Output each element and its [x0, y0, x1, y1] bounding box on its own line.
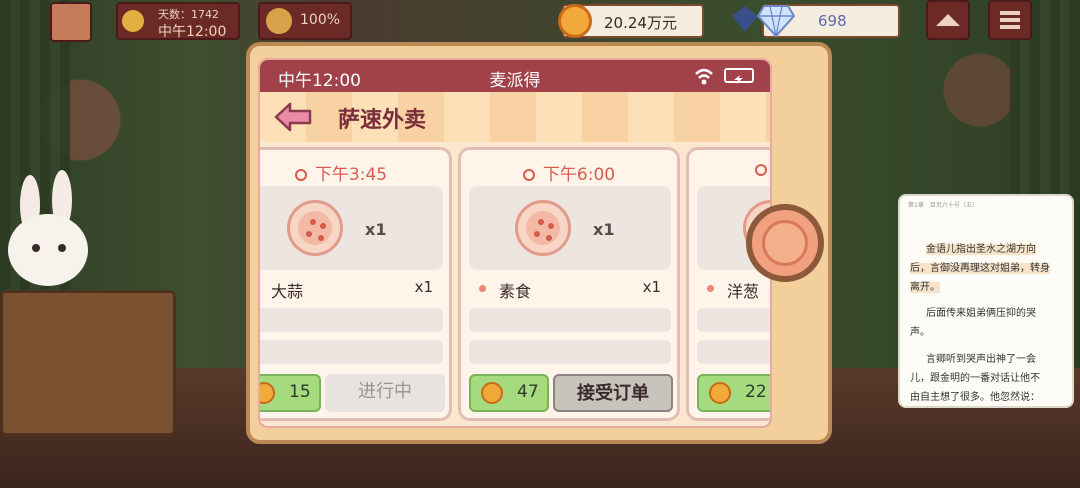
- back-arrow-icon[interactable]: [274, 102, 312, 132]
- coin-icon: [481, 382, 503, 404]
- phone-screen: 中午12:00 麦派得 萨速外卖 下午3:45 x1 大蒜 x1 15 进行中 …: [258, 58, 772, 428]
- order-item-qty: x1: [414, 278, 433, 296]
- money-panel[interactable]: 20.24万元: [558, 4, 704, 38]
- order-item-name: 洋葱: [727, 282, 760, 301]
- order-image-box: x1: [469, 186, 671, 270]
- wifi-icon: [695, 68, 713, 85]
- shop-counter: [0, 290, 176, 436]
- day-count: 天数：1742: [158, 8, 219, 21]
- pizza-dish-icon: [287, 200, 343, 256]
- day-panel: 天数：1742 中午12:00: [116, 2, 240, 40]
- accept-order-button[interactable]: 接受订单: [553, 374, 673, 412]
- order-card[interactable]: 洋葱 22: [686, 147, 770, 421]
- coin-icon: [558, 4, 592, 38]
- clock-icon: [522, 169, 535, 181]
- order-quantity: x1: [365, 220, 387, 239]
- novel-line: 儿，跟金明的一番对话让他不: [910, 373, 1040, 384]
- order-item-name: 素食: [499, 282, 532, 301]
- order-due-time: 下午3:45: [260, 160, 449, 185]
- item-bullet: [479, 285, 486, 292]
- player-avatar[interactable]: [50, 2, 92, 42]
- screen-title: 萨速外卖: [338, 108, 427, 133]
- novel-line: 后面传来姐弟俩压抑的哭: [926, 308, 1036, 319]
- mood-panel: 100%: [258, 2, 352, 40]
- coin-icon: [709, 382, 731, 404]
- coin-icon: [260, 382, 275, 404]
- collapse-button[interactable]: [926, 0, 970, 40]
- novel-line: 声。: [910, 327, 930, 338]
- order-item-row: 洋葱: [697, 276, 770, 302]
- in-progress-button[interactable]: 进行中: [325, 374, 445, 412]
- empty-item-row: [697, 308, 770, 332]
- order-card[interactable]: 下午3:45 x1 大蒜 x1 15 进行中: [260, 147, 452, 421]
- novel-line: 言卿听到哭声出神了一会: [926, 354, 1036, 365]
- novel-line: 后，言御没再理这对姐弟，转身: [910, 263, 1050, 274]
- screen-header: 萨速外卖: [260, 92, 770, 142]
- order-item-qty: x1: [642, 278, 661, 296]
- item-bullet: [707, 285, 714, 292]
- empty-item-row: [260, 308, 443, 332]
- gem-panel[interactable]: 698: [756, 4, 900, 38]
- order-image-box: x1: [260, 186, 443, 270]
- empty-item-row: [697, 340, 770, 364]
- order-item-row: 大蒜 x1: [260, 276, 443, 302]
- novel-line: 金语儿指出圣水之湖方向: [926, 244, 1036, 255]
- novel-line: 由自主想了很多。他忽然说：: [910, 392, 1040, 403]
- order-item-name: 大蒜: [271, 282, 304, 301]
- phone-home-button[interactable]: [746, 204, 824, 282]
- novel-chapter-header: 第1章 目页六十号（五）: [908, 202, 978, 209]
- menu-button[interactable]: [988, 0, 1032, 40]
- order-due-time: [755, 160, 770, 180]
- order-cards-strip[interactable]: 下午3:45 x1 大蒜 x1 15 进行中 下午6:00 x1 素食 x1 4…: [260, 144, 770, 426]
- phone-status-bar: 中午12:00 麦派得: [260, 60, 770, 92]
- game-clock: 中午12:00: [158, 24, 227, 40]
- empty-item-row: [469, 340, 671, 364]
- mood-percent: 100%: [300, 12, 341, 28]
- smile-icon: [266, 8, 292, 34]
- empty-item-row: [260, 340, 443, 364]
- order-item-row: 素食 x1: [469, 276, 671, 302]
- order-reward: 15: [260, 374, 321, 412]
- clock-icon: [755, 164, 767, 176]
- menu-icon: [1000, 11, 1020, 29]
- money-value: 20.24万元: [604, 14, 677, 32]
- empty-item-row: [469, 308, 671, 332]
- pizza-dish-icon: [515, 200, 571, 256]
- diamond-icon: [756, 5, 796, 38]
- gem-value: 698: [818, 12, 847, 30]
- battery-icon: [724, 68, 754, 84]
- home-button-inner: [762, 220, 808, 266]
- bunny-character: [8, 170, 88, 286]
- chevron-up-icon: [936, 14, 960, 26]
- novel-line: 离开。: [910, 282, 940, 293]
- top-hud: 天数：1742 中午12:00 100% 20.24万元 698: [0, 0, 1080, 42]
- order-quantity: x1: [593, 220, 615, 239]
- clock-icon: [294, 169, 307, 181]
- order-card[interactable]: 下午6:00 x1 素食 x1 47 接受订单: [458, 147, 680, 421]
- novel-reader-overlay[interactable]: 第1章 目页六十号（五） 金语儿指出圣水之湖方向 后，言御没再理这对姐弟，转身 …: [898, 194, 1074, 408]
- order-reward: 47: [469, 374, 549, 412]
- order-due-time: 下午6:00: [461, 160, 677, 185]
- order-reward: 22: [697, 374, 770, 412]
- sun-icon: [122, 10, 144, 32]
